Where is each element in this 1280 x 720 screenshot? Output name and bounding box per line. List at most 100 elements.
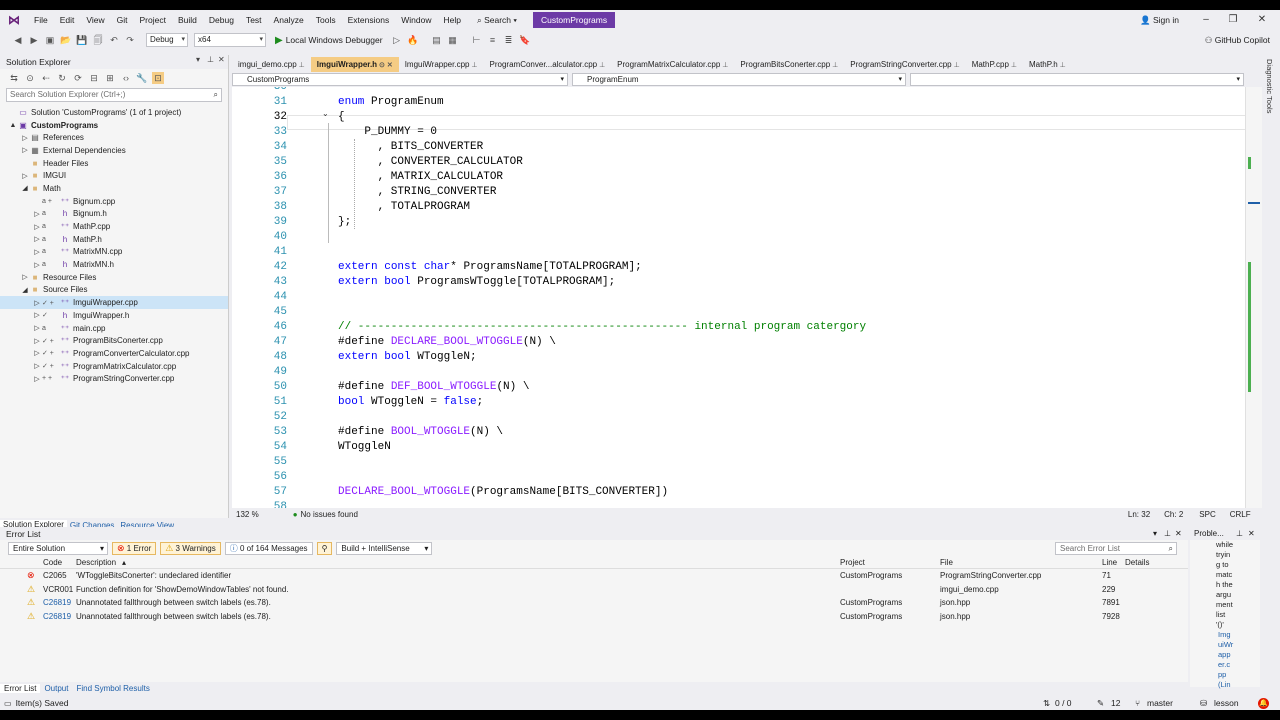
code-line[interactable]: #define DECLARE_BOOL_WTOGGLE(N) \ xyxy=(338,335,556,350)
redo-icon[interactable]: ↷ xyxy=(124,34,136,46)
tree-item[interactable]: ▷ ■ IMGUI xyxy=(0,169,228,182)
tab-pin-icon[interactable]: ⊥ xyxy=(1058,62,1066,69)
tree-item[interactable]: ▷ a ⁺⁺ MathP.cpp xyxy=(0,220,228,233)
problem-link-line[interactable]: Img xyxy=(1216,630,1260,640)
code-line[interactable]: // -------------------------------------… xyxy=(338,320,866,335)
expand-icon[interactable]: ▷ xyxy=(32,223,42,231)
error-code[interactable]: C2065 xyxy=(43,569,67,583)
collapse-icon[interactable]: ◢ xyxy=(20,286,30,294)
scope-dropdown[interactable]: Entire Solution ▾ xyxy=(8,541,108,555)
expand-icon[interactable]: ▷ xyxy=(20,273,30,281)
tree-item[interactable]: ◢ ■ Source Files xyxy=(0,284,228,297)
toolbar-icon-a[interactable]: ▤ xyxy=(431,34,443,46)
undo-icon[interactable]: ↶ xyxy=(108,34,120,46)
tree-item[interactable]: ▷ a ⁺⁺ main.cpp xyxy=(0,322,228,335)
refresh-icon[interactable]: ⟳ xyxy=(72,72,84,84)
editor-tab[interactable]: ProgramMatrixCalculator.cpp ⊥ xyxy=(611,57,734,72)
open-folder-icon[interactable]: 📂 xyxy=(60,34,72,46)
tree-item[interactable]: ▷ ✓ + ⁺⁺ ImguiWrapper.cpp xyxy=(0,296,228,309)
issues-status[interactable]: No issues found xyxy=(301,510,358,519)
minimize-icon[interactable]: – xyxy=(1196,10,1216,30)
editor-vertical-scrollbar[interactable] xyxy=(1245,87,1262,508)
member-nav-dropdown[interactable]: ▾ xyxy=(910,73,1244,86)
tab-pin-icon[interactable]: ⊥ xyxy=(597,62,605,69)
repo-name[interactable]: lesson xyxy=(1214,698,1239,708)
tab-output[interactable]: Output xyxy=(40,684,72,693)
expand-icon[interactable]: ▷ xyxy=(32,349,42,357)
close-panel-icon[interactable]: ✕ xyxy=(1175,529,1182,538)
code-line[interactable]: , TOTALPROGRAM xyxy=(338,200,470,215)
switch-views-icon[interactable]: ⊙ xyxy=(24,72,36,84)
tab-find-symbol-results[interactable]: Find Symbol Results xyxy=(72,684,153,693)
tree-item[interactable]: a + ⁺⁺ Bignum.cpp xyxy=(0,195,228,208)
code-line[interactable]: extern bool ProgramsWToggle[TOTALPROGRAM… xyxy=(338,275,615,290)
close-icon[interactable]: ✕ xyxy=(1252,10,1272,30)
back-icon[interactable]: ◀ xyxy=(12,34,24,46)
bookmark-icon[interactable]: 🔖 xyxy=(519,34,531,46)
menu-file[interactable]: File xyxy=(28,10,54,30)
spacing-indicator[interactable]: SPC xyxy=(1199,510,1215,519)
tab-pin-icon[interactable]: ⊥ xyxy=(720,62,728,69)
expand-icon[interactable]: ▷ xyxy=(32,261,42,269)
code-line[interactable]: extern const char* ProgramsName[TOTALPRO… xyxy=(338,260,642,275)
tree-item[interactable]: ▷ a h Bignum.h xyxy=(0,208,228,221)
menu-build[interactable]: Build xyxy=(172,10,203,30)
code-line[interactable]: , STRING_CONVERTER xyxy=(338,185,497,200)
column-line[interactable]: Line xyxy=(1102,558,1117,567)
uncomment-icon[interactable]: ≣ xyxy=(503,34,515,46)
comment-icon[interactable]: ≡ xyxy=(487,34,499,46)
notification-bell-icon[interactable]: 🔔 xyxy=(1258,697,1269,709)
editor-tab[interactable]: MathP.h ⊥ xyxy=(1023,57,1072,72)
problem-link-line[interactable]: app xyxy=(1216,650,1260,660)
diagnostic-tools-sidebar[interactable]: Diagnostic Tools xyxy=(1262,55,1280,695)
editor-tab[interactable]: ProgramConver...alculator.cpp ⊥ xyxy=(484,57,612,72)
editor-tab[interactable]: ImguiWrapper.h ⊙ ✕ xyxy=(310,57,399,72)
error-row[interactable]: ⊗ C2065 'WToggleBitsConerter': undeclared … xyxy=(0,569,1188,583)
code-view-icon[interactable]: ‹› xyxy=(120,72,132,84)
expand-icon[interactable]: ▷ xyxy=(20,172,30,180)
toolbar-icon-b[interactable]: ▦ xyxy=(447,34,459,46)
line-ending-indicator[interactable]: CRLF xyxy=(1230,510,1251,519)
tree-item[interactable]: ▷ a h MatrixMN.h xyxy=(0,258,228,271)
code-line[interactable]: enum ProgramEnum xyxy=(338,95,444,110)
problem-link-line[interactable]: uiWr xyxy=(1216,640,1260,650)
column-file[interactable]: File xyxy=(940,558,953,567)
forward-icon[interactable]: ▶ xyxy=(28,34,40,46)
filter-icon[interactable]: ⚲ xyxy=(316,541,333,555)
tree-item[interactable]: ▭ Solution 'CustomPrograms' (1 of 1 proje… xyxy=(0,106,228,119)
editor-tab[interactable]: imgui_demo.cpp ⊥ xyxy=(232,57,311,72)
column-details[interactable]: Details xyxy=(1125,558,1149,567)
code-line[interactable]: , CONVERTER_CALCULATOR xyxy=(338,155,523,170)
tree-item[interactable]: ▷ ▦ External Dependencies xyxy=(0,144,228,157)
pin-icon[interactable]: ⊙ ✕ xyxy=(377,62,393,69)
error-code[interactable]: VCR001 xyxy=(43,583,73,597)
tree-item[interactable]: ▲ ▣ CustomPrograms xyxy=(0,119,228,132)
solution-name-badge[interactable]: CustomPrograms xyxy=(532,12,616,28)
config-dropdown[interactable]: Debug ▾ xyxy=(146,33,188,47)
menu-edit[interactable]: Edit xyxy=(54,10,81,30)
solution-search-input[interactable]: Search Solution Explorer (Ctrl+;) ⌕ xyxy=(6,88,222,102)
expand-icon[interactable]: ▷ xyxy=(32,375,42,383)
tree-item[interactable]: ▷ ■ Resource Files xyxy=(0,271,228,284)
search-menu[interactable]: ⌕ Search ▾ xyxy=(471,15,523,26)
code-line[interactable]: #define DEF_BOOL_WTOGGLE(N) \ xyxy=(338,380,529,395)
collapse-icon[interactable]: ⌄ xyxy=(322,109,329,118)
properties-icon[interactable]: 🔧 xyxy=(136,72,148,84)
pin-icon[interactable]: ⊥ xyxy=(1164,529,1171,538)
tab-pin-icon[interactable]: ⊥ xyxy=(297,62,305,69)
editor-tab[interactable]: ProgramStringConverter.cpp ⊥ xyxy=(844,57,965,72)
tab-pin-icon[interactable]: ⊥ xyxy=(1009,62,1017,69)
menu-debug[interactable]: Debug xyxy=(203,10,240,30)
close-panel-icon[interactable]: ✕ xyxy=(218,55,225,64)
error-row[interactable]: ⚠ C26819 Unannotated fallthrough between s… xyxy=(0,610,1188,624)
tree-item[interactable]: ▷ + + ⁺⁺ ProgramStringConverter.cpp xyxy=(0,372,228,385)
project-nav-dropdown[interactable]: CustomPrograms ▾ xyxy=(232,73,568,86)
code-line[interactable]: { xyxy=(338,110,345,125)
menu-project[interactable]: Project xyxy=(134,10,172,30)
code-area[interactable]: enum ProgramEnum{ P_DUMMY = 0 , BITS_CON… xyxy=(338,87,1248,508)
start-without-debug-icon[interactable]: ▷ xyxy=(391,34,403,46)
sync-arrows-icon[interactable]: ⇅ xyxy=(1043,698,1050,709)
tree-item[interactable]: ◢ ■ Math xyxy=(0,182,228,195)
error-row[interactable]: ⚠ VCR001 Function definition for 'ShowDemo… xyxy=(0,583,1188,597)
menu-extensions[interactable]: Extensions xyxy=(342,10,396,30)
